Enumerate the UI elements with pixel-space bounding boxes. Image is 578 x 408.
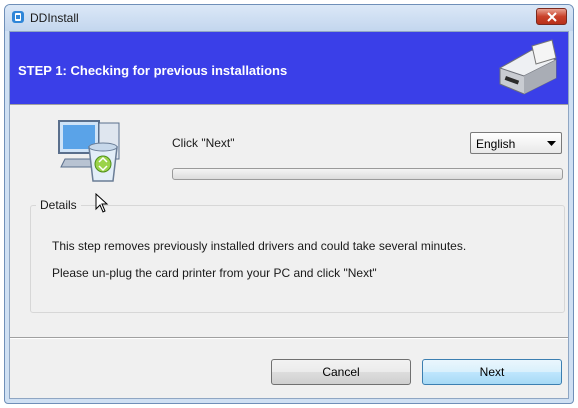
step-header: STEP 1: Checking for previous installati…: [10, 32, 568, 104]
app-icon: [11, 10, 25, 24]
details-legend: Details: [36, 198, 81, 212]
title-bar[interactable]: DDInstall: [5, 5, 573, 31]
cancel-button[interactable]: Cancel: [271, 359, 411, 385]
step-title: STEP 1: Checking for previous installati…: [18, 63, 288, 78]
close-icon: [547, 12, 557, 22]
details-group: [30, 205, 565, 313]
header-divider: [10, 104, 568, 105]
computer-recycle-icon: [55, 117, 127, 185]
dialog-client-area: STEP 1: Checking for previous installati…: [9, 31, 569, 399]
details-text-line-1: This step removes previously installed d…: [52, 239, 467, 253]
language-select-value: English: [476, 137, 516, 151]
mouse-cursor-icon: [95, 192, 109, 218]
window-title: DDInstall: [30, 11, 79, 25]
card-printer-icon: [492, 38, 562, 98]
installer-window: DDInstall STEP 1: Checking for previous …: [4, 4, 574, 404]
close-button[interactable]: [536, 8, 567, 25]
chevron-down-icon: [547, 141, 556, 146]
next-button[interactable]: Next: [422, 359, 562, 385]
language-select[interactable]: English: [470, 132, 562, 154]
instruction-text: Click "Next": [172, 136, 235, 150]
progress-bar: [172, 168, 563, 180]
details-text-line-2: Please un-plug the card printer from you…: [52, 266, 377, 280]
footer-divider: [10, 337, 568, 339]
